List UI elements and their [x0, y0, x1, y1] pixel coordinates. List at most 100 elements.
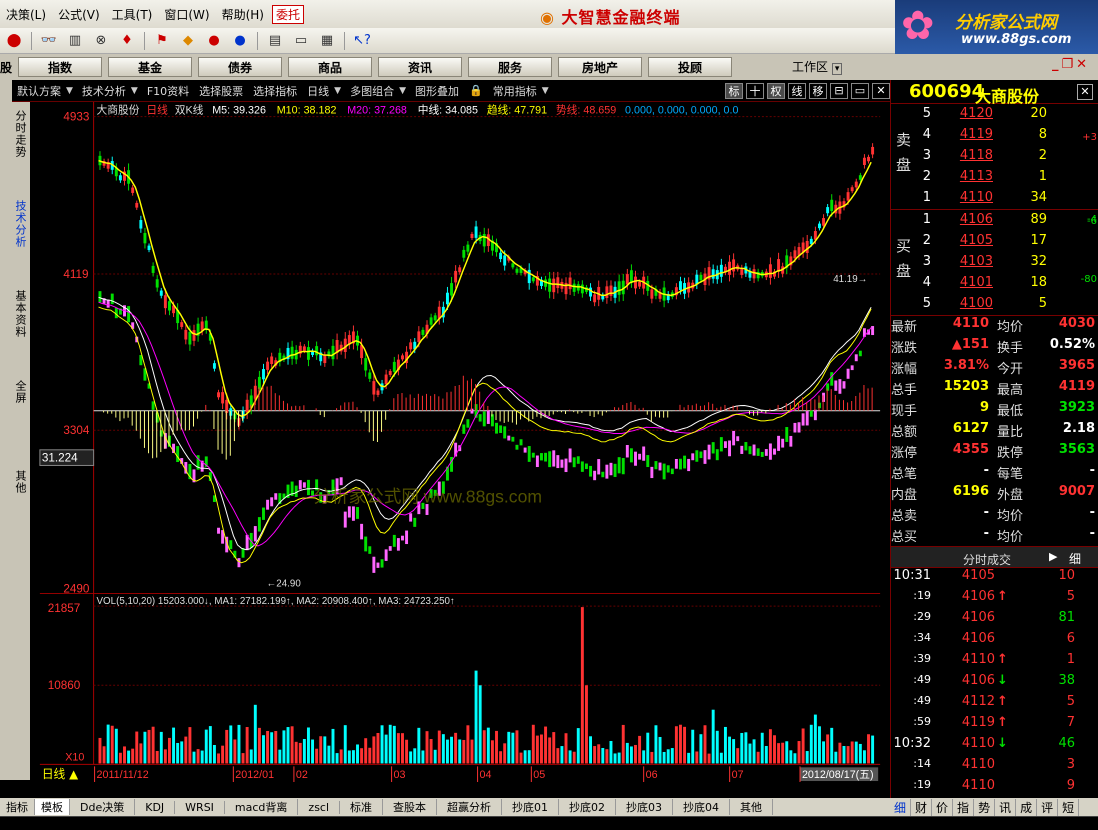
category-commodity[interactable]: 商品 [288, 57, 372, 77]
select-indicator-button[interactable]: 选择指标 [248, 83, 302, 99]
indicator-tab[interactable]: 查股本 [383, 799, 438, 815]
indicator-tab[interactable]: KDJ [135, 800, 176, 814]
line-button[interactable]: 线 [788, 82, 806, 99]
quote-tab[interactable]: 细 [890, 798, 912, 816]
period-select[interactable]: 日线 [302, 83, 334, 99]
category-service[interactable]: 服务 [468, 57, 552, 77]
lock-icon[interactable]: 🔒 [464, 84, 488, 97]
sell-level-row[interactable]: 4 4119 8 [891, 127, 1098, 148]
common-indicator-select[interactable]: 常用指标 [488, 83, 542, 99]
zoom-icon[interactable]: ⊟ [830, 82, 848, 99]
category-stock[interactable]: 股 [0, 57, 12, 77]
crosshair-button[interactable]: 十 [746, 82, 764, 99]
circle-red-icon[interactable]: ● [202, 31, 226, 51]
quote-tab[interactable]: 成 [1016, 798, 1038, 816]
window-toggle-icon[interactable]: ▭ [851, 82, 869, 99]
indicator-tab[interactable]: 指标 [0, 799, 35, 815]
indicator-tab[interactable]: 超赢分析 [437, 799, 503, 815]
print-icon[interactable]: ▤ [263, 31, 287, 51]
circle-blue-icon[interactable]: ● [228, 31, 252, 51]
indicator-tab[interactable]: 模板 [35, 799, 70, 815]
quote-tab[interactable]: 短 [1058, 798, 1080, 816]
f10-button[interactable]: F10资料 [142, 83, 194, 99]
workarea-label[interactable]: 工作区 ▾ [792, 58, 843, 75]
indicator-tab[interactable]: 抄底01 [502, 799, 560, 815]
weituo-button[interactable]: 委托 [271, 4, 304, 24]
panel-close-icon[interactable]: ✕ [1077, 84, 1093, 100]
up-triangle-icon[interactable]: ▲ [69, 767, 78, 781]
menu-formula[interactable]: 公式(V) [52, 6, 106, 23]
indicator-tab[interactable]: WRSI [175, 800, 225, 814]
menu-window[interactable]: 窗口(W) [158, 6, 215, 23]
quote-tab[interactable]: 指 [953, 798, 975, 816]
tech-analysis-select[interactable]: 技术分析 [77, 83, 131, 99]
mark-button[interactable]: 标 [725, 82, 743, 99]
chevron-down-icon[interactable]: ▼ [66, 86, 73, 96]
indicator-tab[interactable]: zscl [298, 800, 341, 814]
books-icon[interactable]: ▦ [315, 31, 339, 51]
chart-close-icon[interactable]: ✕ [872, 82, 890, 99]
menu-decision[interactable]: 决策(L) [0, 6, 52, 23]
tab-intraday[interactable]: 分时走势 [8, 110, 28, 158]
sell-level-row[interactable]: 5 4120 20 [891, 106, 1098, 127]
indicator-tab[interactable]: 其他 [730, 799, 774, 815]
category-advisor[interactable]: 投顾 [648, 57, 732, 77]
chevron-down-icon[interactable]: ▼ [399, 86, 406, 96]
indicator-tab[interactable]: macd背离 [225, 799, 299, 815]
ticks-expand-icon[interactable]: ▶ [1049, 550, 1057, 563]
restore-icon[interactable]: ❐ [1062, 57, 1074, 72]
quote-tab[interactable]: 讯 [995, 798, 1017, 816]
quote-tab[interactable]: 评 [1037, 798, 1059, 816]
sell-level-row[interactable]: 3 4118 2 [891, 148, 1098, 169]
binoculars-icon[interactable]: ⊗ [89, 31, 113, 51]
select-stock-button[interactable]: 选择股票 [194, 83, 248, 99]
kline-chart[interactable]: 4933 4119 3304 2490 31.224 21857 10860 X… [30, 102, 890, 782]
chevron-down-icon[interactable]: ▼ [334, 86, 341, 96]
tab-other[interactable]: 其他 [8, 470, 28, 494]
chevron-down-icon[interactable]: ▼ [542, 86, 549, 96]
quote-tab[interactable]: 势 [974, 798, 996, 816]
sell-level-row[interactable]: 1 4110 34 [891, 190, 1098, 211]
sell-level-row[interactable]: 2 4113 1 [891, 169, 1098, 190]
menu-help[interactable]: 帮助(H) [216, 6, 270, 23]
quote-tab[interactable]: 价 [932, 798, 954, 816]
alert-icon[interactable]: ♦ [115, 31, 139, 51]
stop-icon[interactable]: ⬤ [2, 31, 26, 51]
help-cursor-icon[interactable]: ↖? [350, 31, 374, 51]
category-realestate[interactable]: 房地产 [558, 57, 642, 77]
buy-level-row[interactable]: 2 4105 17 [891, 233, 1098, 254]
glasses-icon[interactable]: 👓 [37, 31, 61, 51]
indicator-tab[interactable]: Dde决策 [70, 799, 136, 815]
minimize-icon[interactable]: _ [1052, 57, 1059, 72]
diamond-icon[interactable]: ◆ [176, 31, 200, 51]
multi-chart-select[interactable]: 多图组合 [345, 83, 399, 99]
indicator-tab[interactable]: 抄底04 [673, 799, 731, 815]
chevron-down-icon[interactable]: ▼ [131, 86, 138, 96]
category-news[interactable]: 资讯 [378, 57, 462, 77]
tab-fundamentals[interactable]: 基本资料 [8, 290, 28, 338]
category-fund[interactable]: 基金 [108, 57, 192, 77]
flag-icon[interactable]: ⚑ [150, 31, 174, 51]
ticks-detail-button[interactable]: 细 [1069, 550, 1081, 567]
buy-level-row[interactable]: 3 4103 32 [891, 254, 1098, 275]
category-index[interactable]: 指数 [18, 57, 102, 77]
quote-tab[interactable]: 财 [911, 798, 933, 816]
overlay-button[interactable]: 图形叠加 [410, 83, 464, 99]
close-icon[interactable]: ✕ [1076, 57, 1087, 72]
tab-technical[interactable]: 技术分析 [8, 200, 28, 248]
buy-level-row[interactable]: 4 4101 18 [891, 275, 1098, 296]
window-icon[interactable]: ▭ [289, 31, 313, 51]
buy-level-row[interactable]: 5 4100 5 [891, 296, 1098, 317]
indicator-tab[interactable]: 抄底03 [616, 799, 674, 815]
chevron-down-icon[interactable]: ▾ [831, 63, 843, 75]
rights-button[interactable]: 权 [767, 82, 785, 99]
indicator-tab[interactable]: 标准 [340, 799, 384, 815]
barcode-icon[interactable]: ▥ [63, 31, 87, 51]
category-bond[interactable]: 债券 [198, 57, 282, 77]
scheme-select[interactable]: 默认方案 [12, 83, 66, 99]
buy-level-row[interactable]: 1 4106 89 [891, 212, 1098, 233]
tab-fullscreen[interactable]: 全屏 [8, 380, 28, 404]
menu-tools[interactable]: 工具(T) [106, 6, 159, 23]
move-button[interactable]: 移 [809, 82, 827, 99]
indicator-tab[interactable]: 抄底02 [559, 799, 617, 815]
